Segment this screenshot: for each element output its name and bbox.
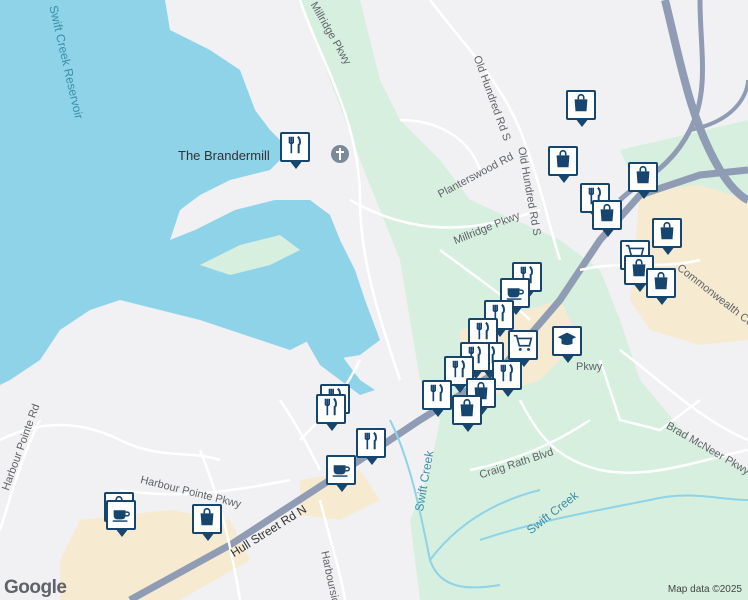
shopping-bag-icon [650, 270, 672, 297]
google-logo: Google [4, 577, 67, 598]
marker-pointer [601, 228, 615, 237]
marker-box [652, 218, 682, 248]
school-icon [556, 328, 578, 355]
marker-box [548, 146, 578, 176]
marker-box [552, 326, 582, 356]
marker-box [280, 132, 310, 162]
marker-box [508, 330, 538, 360]
marker-box [646, 268, 676, 298]
map-marker-shopping-bag[interactable] [628, 162, 662, 204]
marker-box [192, 504, 222, 534]
map-marker-shopping-bag[interactable] [192, 504, 226, 546]
map-marker-restaurant[interactable] [316, 394, 350, 436]
shopping-cart-icon [512, 332, 534, 359]
map-marker-cafe[interactable] [106, 500, 140, 542]
marker-pointer [633, 283, 647, 292]
map-marker-restaurant[interactable] [422, 380, 456, 422]
marker-box [106, 500, 136, 530]
map-marker-cafe[interactable] [326, 455, 360, 497]
marker-box [592, 200, 622, 230]
shopping-bag-icon [596, 202, 618, 229]
marker-pointer [461, 423, 475, 432]
restaurant-icon [360, 430, 382, 457]
marker-pointer [365, 456, 379, 465]
marker-box [356, 428, 386, 458]
marker-box [326, 455, 356, 485]
map-canvas[interactable]: Swift Creek Reservoir The Brandermill Mi… [0, 0, 748, 600]
shopping-bag-icon [552, 148, 574, 175]
marker-box [566, 90, 596, 120]
marker-pointer [557, 174, 571, 183]
shopping-bag-icon [456, 397, 478, 424]
marker-pointer [201, 532, 215, 541]
map-attribution[interactable]: Map data ©2025 [668, 584, 742, 595]
marker-pointer [501, 388, 515, 397]
cafe-icon [330, 457, 352, 484]
restaurant-icon [320, 396, 342, 423]
marker-pointer [115, 528, 129, 537]
map-marker-restaurant[interactable] [280, 132, 314, 174]
shopping-bag-icon [570, 92, 592, 119]
marker-pointer [655, 296, 669, 305]
shopping-bag-icon [196, 506, 218, 533]
marker-pointer [637, 190, 651, 199]
map-marker-restaurant[interactable] [356, 428, 390, 470]
church-icon [331, 145, 349, 163]
shopping-bag-icon [632, 164, 654, 191]
shopping-bag-icon [656, 220, 678, 247]
map-marker-shopping-bag[interactable] [646, 268, 680, 310]
marker-pointer [335, 483, 349, 492]
marker-pointer [289, 160, 303, 169]
map-marker-shopping-bag[interactable] [452, 395, 486, 437]
restaurant-icon [284, 134, 306, 161]
map-marker-shopping-bag[interactable] [548, 146, 582, 188]
map-marker-shopping-bag[interactable] [592, 200, 626, 242]
marker-box [422, 380, 452, 410]
marker-pointer [325, 422, 339, 431]
marker-pointer [575, 118, 589, 127]
cafe-icon [110, 502, 132, 529]
map-marker-school[interactable] [552, 326, 586, 368]
map-marker-shopping-bag[interactable] [652, 218, 686, 260]
marker-box [628, 162, 658, 192]
marker-box [316, 394, 346, 424]
marker-pointer [661, 246, 675, 255]
marker-box [452, 395, 482, 425]
map-marker-shopping-bag[interactable] [566, 90, 600, 132]
brandermill-label: The Brandermill [178, 148, 270, 163]
marker-pointer [431, 408, 445, 417]
marker-pointer [561, 354, 575, 363]
restaurant-icon [426, 382, 448, 409]
